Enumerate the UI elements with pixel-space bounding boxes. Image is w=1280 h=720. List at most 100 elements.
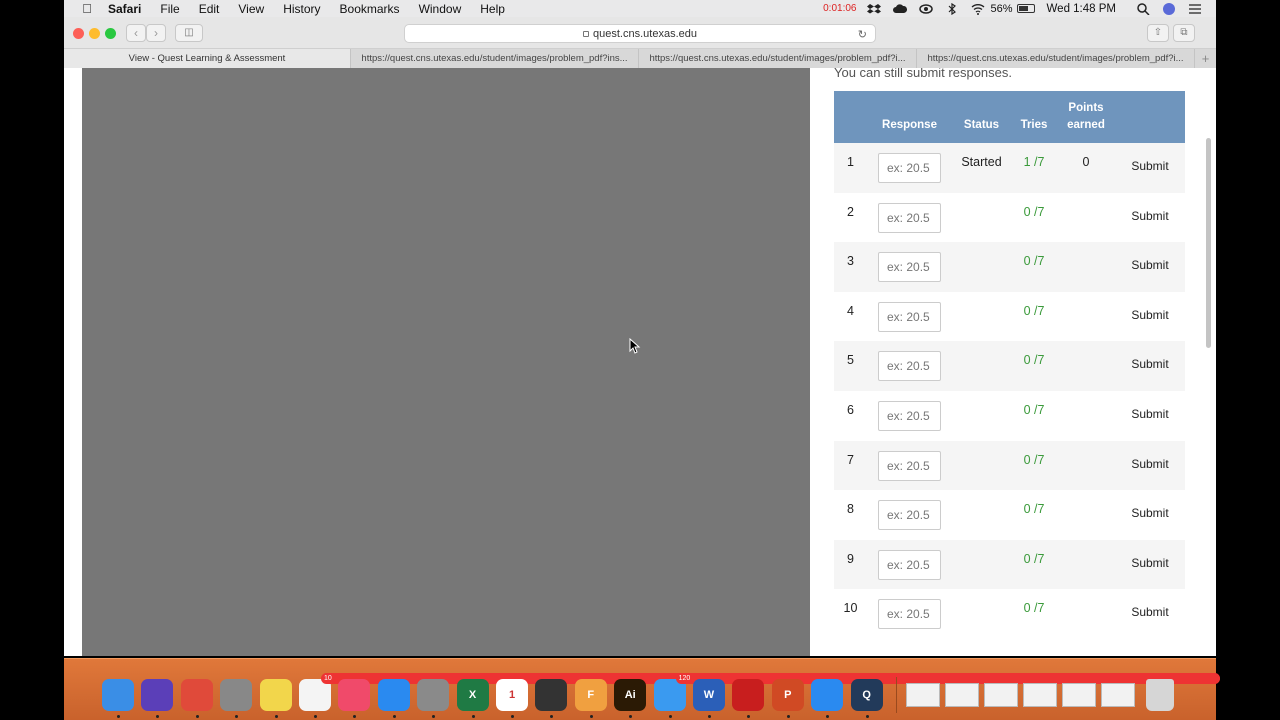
- menu-edit[interactable]: Edit: [199, 2, 220, 16]
- scrollbar[interactable]: [1202, 138, 1214, 656]
- launchpad-icon[interactable]: [220, 679, 253, 711]
- response-input[interactable]: ex: 20.5: [878, 301, 941, 332]
- submit-button[interactable]: Submit: [1120, 357, 1180, 371]
- apple-menu-icon[interactable]: : [80, 0, 94, 17]
- menu-help[interactable]: Help: [480, 2, 505, 16]
- dock-running-indicator: [747, 715, 751, 718]
- submit-button[interactable]: Submit: [1120, 308, 1180, 322]
- problem-pdf-viewer[interactable]: [82, 68, 810, 656]
- submit-button[interactable]: Submit: [1120, 159, 1180, 173]
- row-tries: 0 /7: [1023, 452, 1045, 467]
- table-row: 10 ex: 20.5 0 /7 Submit: [834, 589, 1185, 639]
- new-tab-button[interactable]: +: [1195, 49, 1216, 68]
- menu-window[interactable]: Window: [419, 2, 462, 16]
- submit-button[interactable]: Submit: [1120, 258, 1180, 272]
- menu-bar:  Safari File Edit View History Bookmark…: [64, 0, 1216, 17]
- menu-file[interactable]: File: [160, 2, 179, 16]
- menu-bookmarks[interactable]: Bookmarks: [340, 2, 400, 16]
- submit-button[interactable]: Submit: [1120, 209, 1180, 223]
- minimized-window-thumbnail[interactable]: [945, 683, 979, 707]
- chrome-icon[interactable]: [180, 679, 213, 711]
- minimized-window-thumbnail[interactable]: [1023, 683, 1057, 707]
- tab-problem-pdf-1[interactable]: https://quest.cns.utexas.edu/student/ima…: [351, 49, 639, 68]
- dock-running-indicator: [117, 715, 120, 718]
- response-input[interactable]: ex: 20.5: [878, 450, 941, 481]
- forward-button[interactable]: ›: [146, 24, 166, 42]
- dropbox-icon[interactable]: [866, 3, 881, 15]
- table-row: 4 ex: 20.5 0 /7 Submit: [834, 292, 1185, 342]
- flux-icon[interactable]: F: [574, 679, 607, 711]
- spotlight-search-icon[interactable]: [1136, 2, 1150, 16]
- response-input[interactable]: ex: 20.5: [878, 252, 941, 283]
- dock-running-indicator: [353, 715, 357, 718]
- tab-quest-view[interactable]: View - Quest Learning & Assessment: [64, 49, 351, 68]
- zoom-window-button[interactable]: [105, 28, 116, 39]
- submit-button[interactable]: Submit: [1120, 407, 1180, 421]
- menu-history[interactable]: History: [283, 2, 320, 16]
- table-row: 6 ex: 20.5 0 /7 Submit: [834, 391, 1185, 441]
- minimize-window-button[interactable]: [89, 28, 100, 39]
- user-avatar-icon[interactable]: [1162, 2, 1176, 15]
- share-icon[interactable]: ⇧: [1147, 24, 1169, 42]
- minimized-window-thumbnail[interactable]: [984, 683, 1018, 707]
- minimized-window-thumbnail[interactable]: [906, 683, 940, 707]
- response-input[interactable]: ex: 20.5: [878, 400, 941, 431]
- minimized-window-thumbnail[interactable]: [1062, 683, 1096, 707]
- dock-running-indicator: [432, 715, 436, 718]
- system-preferences-icon[interactable]: [417, 679, 450, 711]
- dock-running-indicator: [589, 715, 593, 718]
- battery-percent: 56%: [990, 2, 1013, 15]
- menu-view[interactable]: View: [238, 2, 264, 16]
- table-row: 1 ex: 20.5 Started 1 /7 0 Submit: [834, 143, 1185, 193]
- address-bar[interactable]: quest.cns.utexas.edu ↻: [404, 24, 876, 43]
- illustrator-icon[interactable]: Ai: [614, 679, 647, 711]
- row-tries: 0 /7: [1023, 204, 1045, 219]
- minimized-window-thumbnail[interactable]: [1101, 683, 1135, 707]
- safari-icon[interactable]: [811, 679, 844, 711]
- clock[interactable]: Wed 1:48 PM: [1047, 3, 1116, 15]
- tab-problem-pdf-2[interactable]: https://quest.cns.utexas.edu/student/ima…: [639, 49, 917, 68]
- powerpoint-icon[interactable]: P: [771, 679, 804, 711]
- response-input[interactable]: ex: 20.5: [878, 351, 941, 382]
- calendar-icon[interactable]: 1: [496, 679, 528, 711]
- table-row: 5 ex: 20.5 0 /7 Submit: [834, 341, 1185, 391]
- excel-icon[interactable]: X: [456, 679, 489, 711]
- response-input[interactable]: ex: 20.5: [878, 153, 941, 183]
- submit-button[interactable]: Submit: [1120, 556, 1180, 570]
- menu-app-name[interactable]: Safari: [108, 2, 141, 16]
- table-row: 2 ex: 20.5 0 /7 Submit: [834, 193, 1185, 243]
- music-icon[interactable]: [338, 679, 371, 711]
- notification-center-icon[interactable]: [1188, 3, 1202, 15]
- wifi-icon[interactable]: [971, 3, 985, 15]
- acrobat-icon[interactable]: [732, 679, 765, 711]
- scrollbar-thumb[interactable]: [1206, 138, 1211, 348]
- sidebar-toggle-icon[interactable]: ◫: [175, 24, 203, 42]
- row-tries: 0 /7: [1023, 254, 1045, 269]
- row-tries: 0 /7: [1023, 402, 1045, 417]
- recording-timer[interactable]: 0:01:06: [823, 3, 856, 14]
- final-cut-icon[interactable]: [535, 679, 568, 711]
- submit-button[interactable]: Submit: [1120, 605, 1180, 619]
- tab-overview-icon[interactable]: ⧉: [1173, 24, 1195, 42]
- word-icon[interactable]: W: [693, 679, 725, 711]
- siri-icon[interactable]: [141, 679, 174, 711]
- trash-icon[interactable]: [1146, 679, 1174, 711]
- response-input[interactable]: ex: 20.5: [878, 202, 941, 233]
- finder-icon[interactable]: [102, 679, 134, 711]
- response-input[interactable]: ex: 20.5: [878, 500, 941, 531]
- back-button[interactable]: ‹: [126, 24, 146, 42]
- submit-button[interactable]: Submit: [1120, 457, 1180, 471]
- response-input[interactable]: ex: 20.5: [878, 599, 941, 630]
- reload-icon[interactable]: ↻: [858, 26, 867, 44]
- submit-button[interactable]: Submit: [1120, 506, 1180, 520]
- quicktime-icon[interactable]: Q: [850, 679, 883, 711]
- tab-problem-pdf-3[interactable]: https://quest.cns.utexas.edu/student/ima…: [917, 49, 1195, 68]
- close-window-button[interactable]: [73, 28, 84, 39]
- app-store-icon[interactable]: [377, 679, 410, 711]
- cloud-icon[interactable]: [892, 3, 907, 15]
- eye-icon[interactable]: [918, 3, 933, 15]
- response-input[interactable]: ex: 20.5: [878, 549, 941, 580]
- notes-icon[interactable]: [259, 679, 292, 711]
- battery-icon[interactable]: [1016, 4, 1035, 13]
- bluetooth-icon[interactable]: [945, 2, 959, 15]
